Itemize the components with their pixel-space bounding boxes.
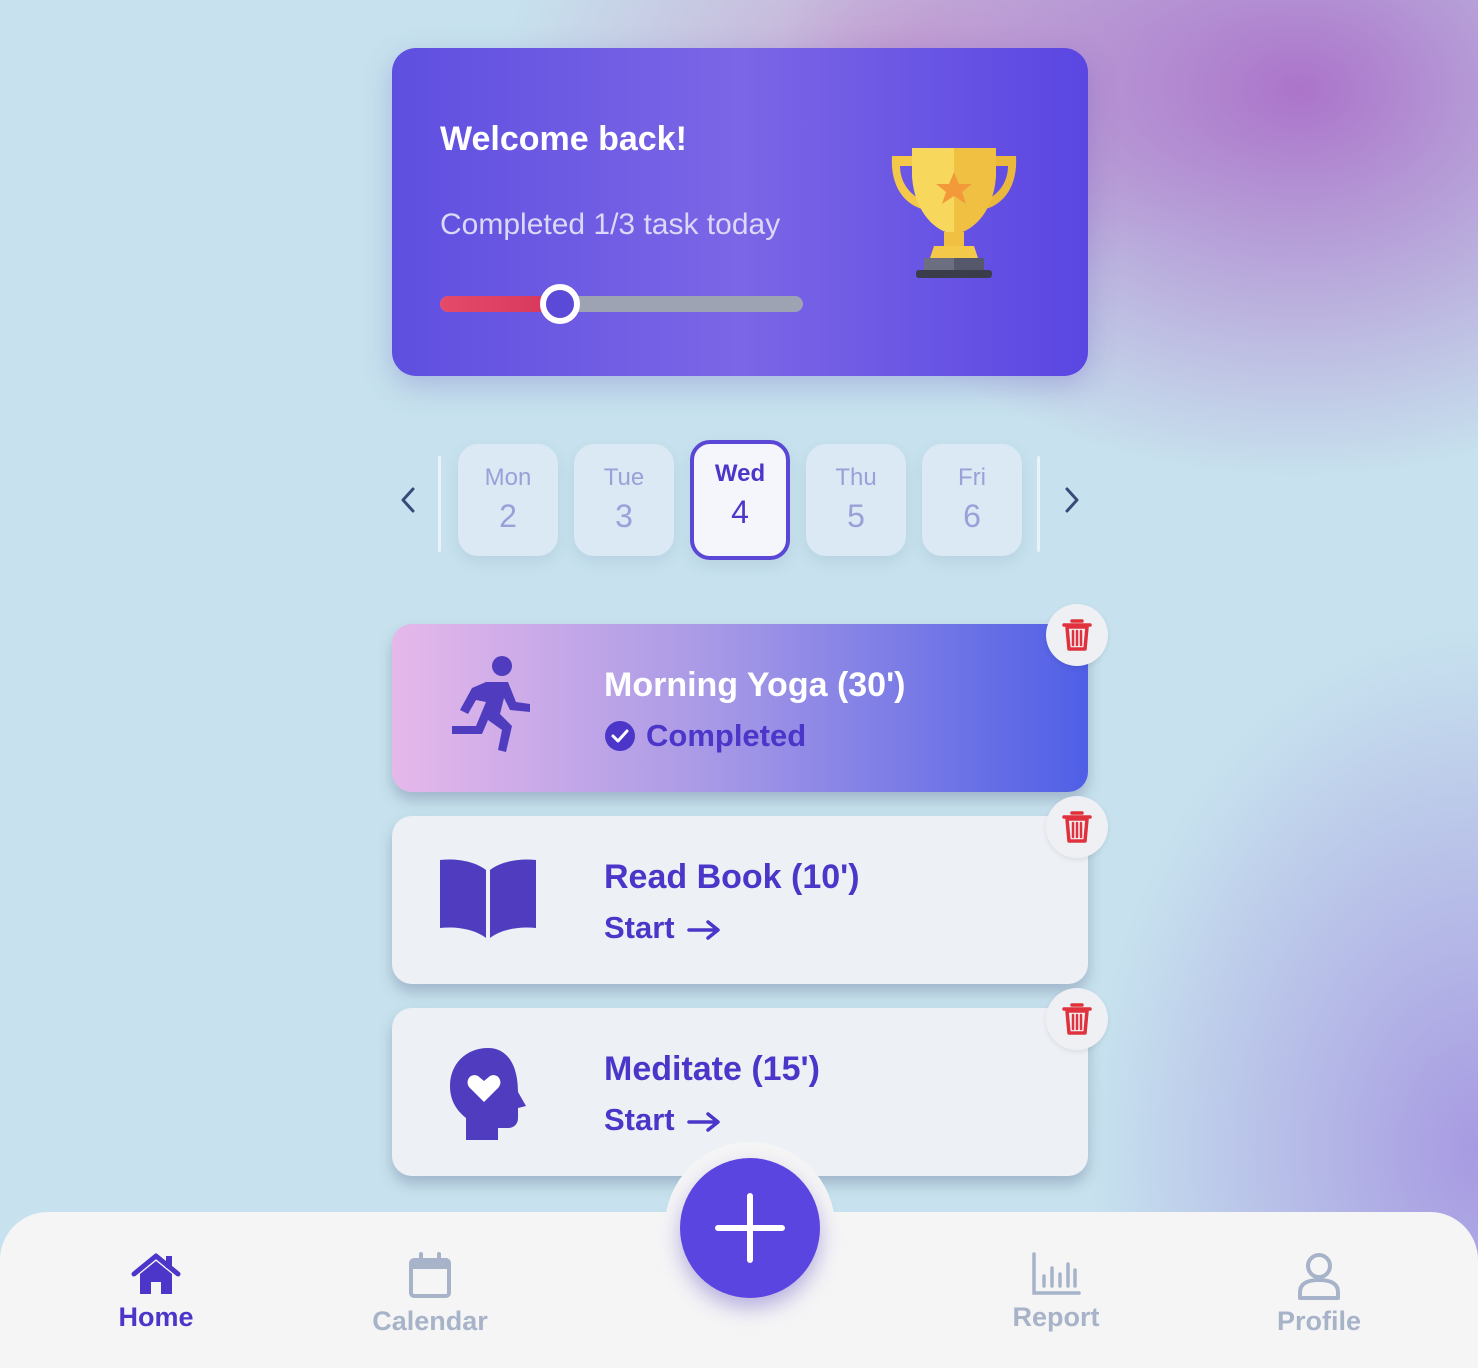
day-wed[interactable]: Wed 4 (690, 440, 790, 560)
trophy-icon (891, 148, 1017, 278)
start-task-button[interactable]: Start (604, 1102, 721, 1138)
progress-summary: Completed 1/3 task today (440, 208, 781, 241)
trash-icon (1062, 811, 1092, 843)
start-task-button[interactable]: Start (604, 910, 721, 946)
task-card-morning-yoga[interactable]: Morning Yoga (30') Completed (392, 604, 1108, 792)
progress-thumb (539, 284, 580, 324)
check-circle-icon (605, 721, 635, 751)
mind-heart-icon (450, 1048, 526, 1140)
bar-chart-icon (1032, 1252, 1081, 1295)
next-week-button[interactable] (1054, 480, 1090, 520)
day-number: 3 (615, 498, 633, 534)
day-number: 4 (731, 494, 749, 530)
day-tue[interactable]: Tue 3 (574, 444, 674, 556)
nav-profile-label: Profile (1276, 1306, 1362, 1336)
day-name: Thu (835, 464, 877, 491)
task-card-read-book[interactable]: Read Book (10') Start (392, 796, 1108, 984)
delete-task-button[interactable] (1046, 796, 1108, 858)
nav-profile[interactable]: Profile (1229, 1252, 1409, 1337)
task-title: Meditate (15') (604, 1050, 820, 1088)
task-title: Read Book (10') (604, 858, 860, 896)
start-label: Start (604, 1102, 675, 1137)
day-number: 2 (499, 498, 517, 534)
start-label: Start (604, 910, 675, 945)
nav-calendar-label: Calendar (372, 1306, 488, 1336)
nav-calendar[interactable]: Calendar (340, 1252, 520, 1337)
day-name: Tue (603, 464, 645, 491)
user-icon (1298, 1253, 1340, 1300)
day-number: 6 (963, 498, 981, 534)
chevron-left-icon (401, 487, 415, 513)
day-mon[interactable]: Mon 2 (458, 444, 558, 556)
task-status-label: Completed (646, 718, 807, 753)
welcome-title: Welcome back! (440, 120, 687, 158)
welcome-card: Welcome back! Completed 1/3 task today (392, 48, 1088, 376)
day-scroll-edge (1037, 456, 1040, 552)
trash-icon (1062, 619, 1092, 651)
day-name: Mon (484, 464, 532, 491)
day-fri[interactable]: Fri 6 (922, 444, 1022, 556)
running-icon (452, 656, 530, 752)
day-number: 5 (847, 498, 865, 534)
arrow-right-icon (686, 920, 720, 940)
day-thu[interactable]: Thu 5 (806, 444, 906, 556)
chevron-right-icon (1065, 487, 1079, 513)
day-name: Fri (958, 464, 986, 491)
delete-task-button[interactable] (1046, 604, 1108, 666)
day-name: Wed (714, 460, 766, 487)
previous-week-button[interactable] (390, 480, 426, 520)
trash-icon (1062, 1003, 1092, 1035)
nav-report-label: Report (1012, 1302, 1100, 1332)
book-icon (440, 859, 536, 938)
arrow-right-icon (686, 1112, 720, 1132)
nav-home-label: Home (118, 1302, 194, 1332)
progress-bar (440, 284, 803, 324)
nav-home[interactable]: Home (66, 1252, 246, 1333)
add-task-button[interactable] (680, 1158, 820, 1298)
home-icon (131, 1253, 181, 1294)
plus-icon (715, 1193, 785, 1263)
task-completed-status: Completed (604, 718, 806, 754)
task-title: Morning Yoga (30') (604, 666, 906, 704)
delete-task-button[interactable] (1046, 988, 1108, 1050)
calendar-icon (409, 1252, 451, 1298)
nav-report[interactable]: Report (966, 1252, 1146, 1333)
day-scroll-edge (438, 456, 441, 552)
